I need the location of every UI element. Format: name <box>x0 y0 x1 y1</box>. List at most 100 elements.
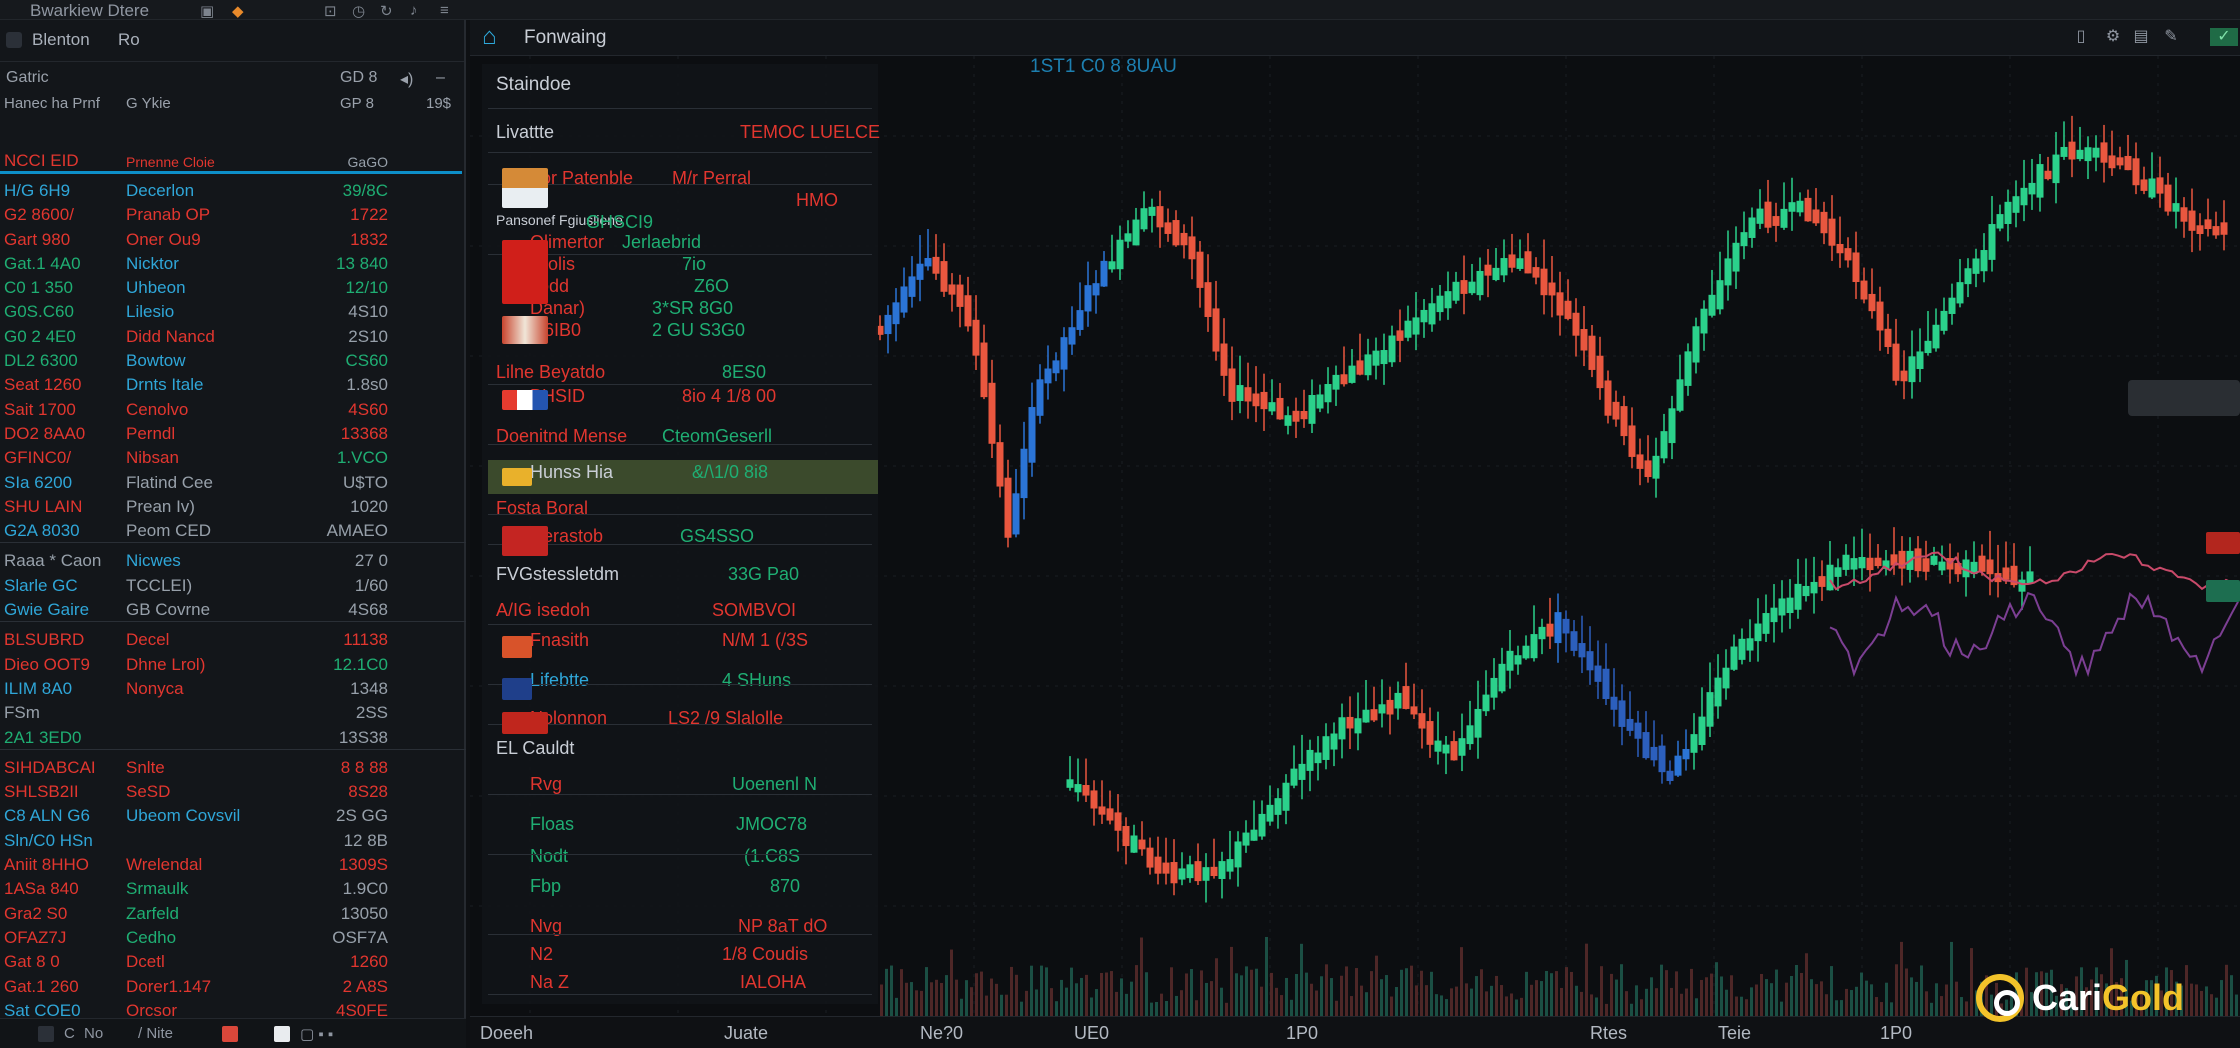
candle-body <box>1396 330 1404 341</box>
watchlist-row[interactable]: DL2 6300 Bowtow CS60 <box>0 348 466 372</box>
watchlist-row[interactable]: G0S.C60 Lilesio 4S10 <box>0 299 466 323</box>
watchlist-row[interactable]: ILIM 8A0 Nonyca 1348 <box>0 676 466 700</box>
volume-bar <box>1765 979 1768 1016</box>
candle-body <box>1420 309 1428 323</box>
watchlist-row[interactable]: DO2 8AA0 Perndl 13368 <box>0 421 466 445</box>
candle-body <box>1996 214 2004 229</box>
row-symbol: Gat 8 0 <box>4 952 60 972</box>
layout-icon[interactable]: ▤ <box>2132 28 2150 46</box>
watchlist-row[interactable]: Aniit 8HHO Wrelendal 1309S <box>0 852 466 876</box>
home-icon[interactable]: ⌂ <box>482 24 508 50</box>
candle-body <box>1138 839 1146 850</box>
watchlist-row[interactable]: Gat 8 0 Dcetl 1260 <box>0 949 466 973</box>
pencil-icon[interactable]: ✎ <box>2162 28 2180 46</box>
watchlist-row[interactable]: Sait 1700 Cenolvo 4S60 <box>0 397 466 421</box>
volume-bar <box>880 984 883 1016</box>
footer-item-1[interactable]: C <box>64 1025 75 1042</box>
watchlist-row[interactable]: SHLSB2II SeSD 8S28 <box>0 779 466 803</box>
candle-body <box>1308 394 1316 424</box>
watchlist-row[interactable]: 1ASa 840 Srmaulk 1.9C0 <box>0 876 466 900</box>
refresh-icon[interactable]: ↻ <box>380 2 393 20</box>
watchlist-row[interactable]: Gat.1 4A0 Nicktor 13 840 <box>0 251 466 275</box>
candle-body <box>1738 638 1746 660</box>
menu-icon[interactable]: ≡ <box>440 2 449 19</box>
candle-body <box>1586 651 1594 671</box>
row-name: Flatind Cee <box>126 472 213 492</box>
detail-item-name: FVGstessletdm <box>496 564 620 584</box>
connect-icon[interactable]: ✓ <box>2210 28 2238 46</box>
watchlist-row[interactable]: BLSUBRD Decel 11138 <box>0 627 466 651</box>
watchlist-row[interactable]: OFAZ7J Cedho OSF7A <box>0 925 466 949</box>
detail-item-value: SOMBVOI <box>712 600 797 620</box>
volume-bar <box>1480 969 1483 1016</box>
watchlist-row[interactable]: Dieo OOT9 Dhne Lrol) 12.1C0 <box>0 652 466 676</box>
footer-item-3[interactable]: / Nite <box>138 1025 173 1042</box>
detail-item-name: Hunss Hia <box>530 462 614 482</box>
watchlist-row[interactable]: Slarle GC TCCLEI) 1/60 <box>0 573 466 597</box>
watchlist-row[interactable]: SIHDABCAI Snlte 8 8 88 <box>0 755 466 779</box>
speaker-icon[interactable]: ◂) <box>400 69 413 89</box>
watchlist-row[interactable]: Sln/C0 HSn 12 8B <box>0 828 466 852</box>
grid-icon[interactable] <box>38 1026 54 1042</box>
watchlist-row[interactable]: Gra2 S0 Zarfeld 13050 <box>0 901 466 925</box>
watchlist-row[interactable]: Gart 980 Oner Ou9 1832 <box>0 227 466 251</box>
watchlist-row[interactable]: H/G 6H9 Decerlon 39/8C <box>0 178 466 202</box>
row-symbol: DO2 8AA0 <box>4 423 86 443</box>
volume-bar <box>2185 965 2188 1016</box>
candle-body <box>1436 295 1444 313</box>
menu-b[interactable]: Ro <box>118 30 140 50</box>
volume-bar <box>1315 990 1318 1016</box>
candle-body <box>1116 239 1124 270</box>
brand-icon[interactable]: ◆ <box>232 2 244 20</box>
clock-icon[interactable]: ◷ <box>352 2 365 20</box>
row-value: 13S38 <box>338 727 388 747</box>
volume-bar <box>1645 988 1648 1016</box>
volume-bar <box>960 998 963 1016</box>
record-icon[interactable] <box>222 1026 238 1042</box>
watchlist-row[interactable]: FSm 2SS <box>0 700 466 724</box>
candle-body <box>1020 448 1028 499</box>
volume-bar <box>2215 997 2218 1016</box>
watchlist-row[interactable]: 2A1 3ED0 13S38 <box>0 725 466 749</box>
watchlist-row[interactable]: C8 ALN G6 Ubeom Covsvil 2S GG <box>0 803 466 827</box>
settings-icon[interactable]: ⚙ <box>2104 28 2122 46</box>
volume-bar <box>1270 972 1273 1016</box>
watchlist-row[interactable]: SIa 6200 Flatind Cee U$TO <box>0 470 466 494</box>
watchlist-row[interactable]: C0 1 350 Uhbeon 12/10 <box>0 275 466 299</box>
volume-bar <box>1650 977 1653 1016</box>
bell-icon[interactable]: ♪ <box>410 2 418 19</box>
col-name[interactable]: G Ykie <box>126 95 171 112</box>
watchlist-row[interactable]: Gwie Gaire GB Covrne 4S68 <box>0 597 466 621</box>
main-title: Fonwaing <box>524 27 607 48</box>
watchlist-row[interactable]: G2A 8030 Peom CED AMAEO <box>0 518 466 542</box>
candle-body <box>1602 668 1610 700</box>
watchlist-row[interactable]: G2 8600/Pranab OP 1722 <box>0 202 466 226</box>
more-icon[interactable]: – <box>436 69 445 87</box>
col-extra[interactable]: 19$ <box>426 95 451 112</box>
row-value: 1.VCO <box>336 448 388 468</box>
footer-item-2[interactable]: No <box>84 1025 103 1042</box>
volume-bar <box>2195 984 2198 1016</box>
candle-body <box>1180 232 1188 246</box>
lock-icon[interactable]: ⊡ <box>324 2 337 20</box>
bookmark-icon[interactable]: ▯ <box>2072 28 2090 46</box>
candle-body <box>1498 663 1506 692</box>
detail-item-value: 3*SR 8G0 <box>652 298 734 318</box>
detail-item-name: Lifebtte <box>530 670 590 690</box>
col-symbol[interactable]: Hanec ha Prnf <box>4 95 100 112</box>
menu-a[interactable]: Blenton <box>32 30 90 50</box>
watchlist-row[interactable]: Gat.1 260 Dorer1.147 2 A8S <box>0 974 466 998</box>
col-value[interactable]: GP 8 <box>340 95 374 112</box>
watchlist-row[interactable]: G0 2 4E0 Didd Nancd 2S10 <box>0 324 466 348</box>
watchlist-row[interactable]: Raaa * Caon Nicwes 27 0 <box>0 548 466 572</box>
volume-bar <box>1825 994 1828 1016</box>
watchlist-row[interactable]: Seat 1260 Drnts Itale 1.8s0 <box>0 372 466 396</box>
file-icon[interactable]: ▣ <box>200 2 214 20</box>
watchlist-row[interactable]: GFINC0/Nibsan 1.VCO <box>0 445 466 469</box>
detail-item-value: 8ES0 <box>722 362 767 382</box>
watchlist-row[interactable]: SHU LAIN Prean Iv) 1020 <box>0 494 466 518</box>
row-value: OSF7A <box>332 927 388 947</box>
candle-body <box>1650 746 1658 761</box>
row-value: 2S GG <box>336 806 388 826</box>
window-icon[interactable] <box>274 1026 290 1042</box>
